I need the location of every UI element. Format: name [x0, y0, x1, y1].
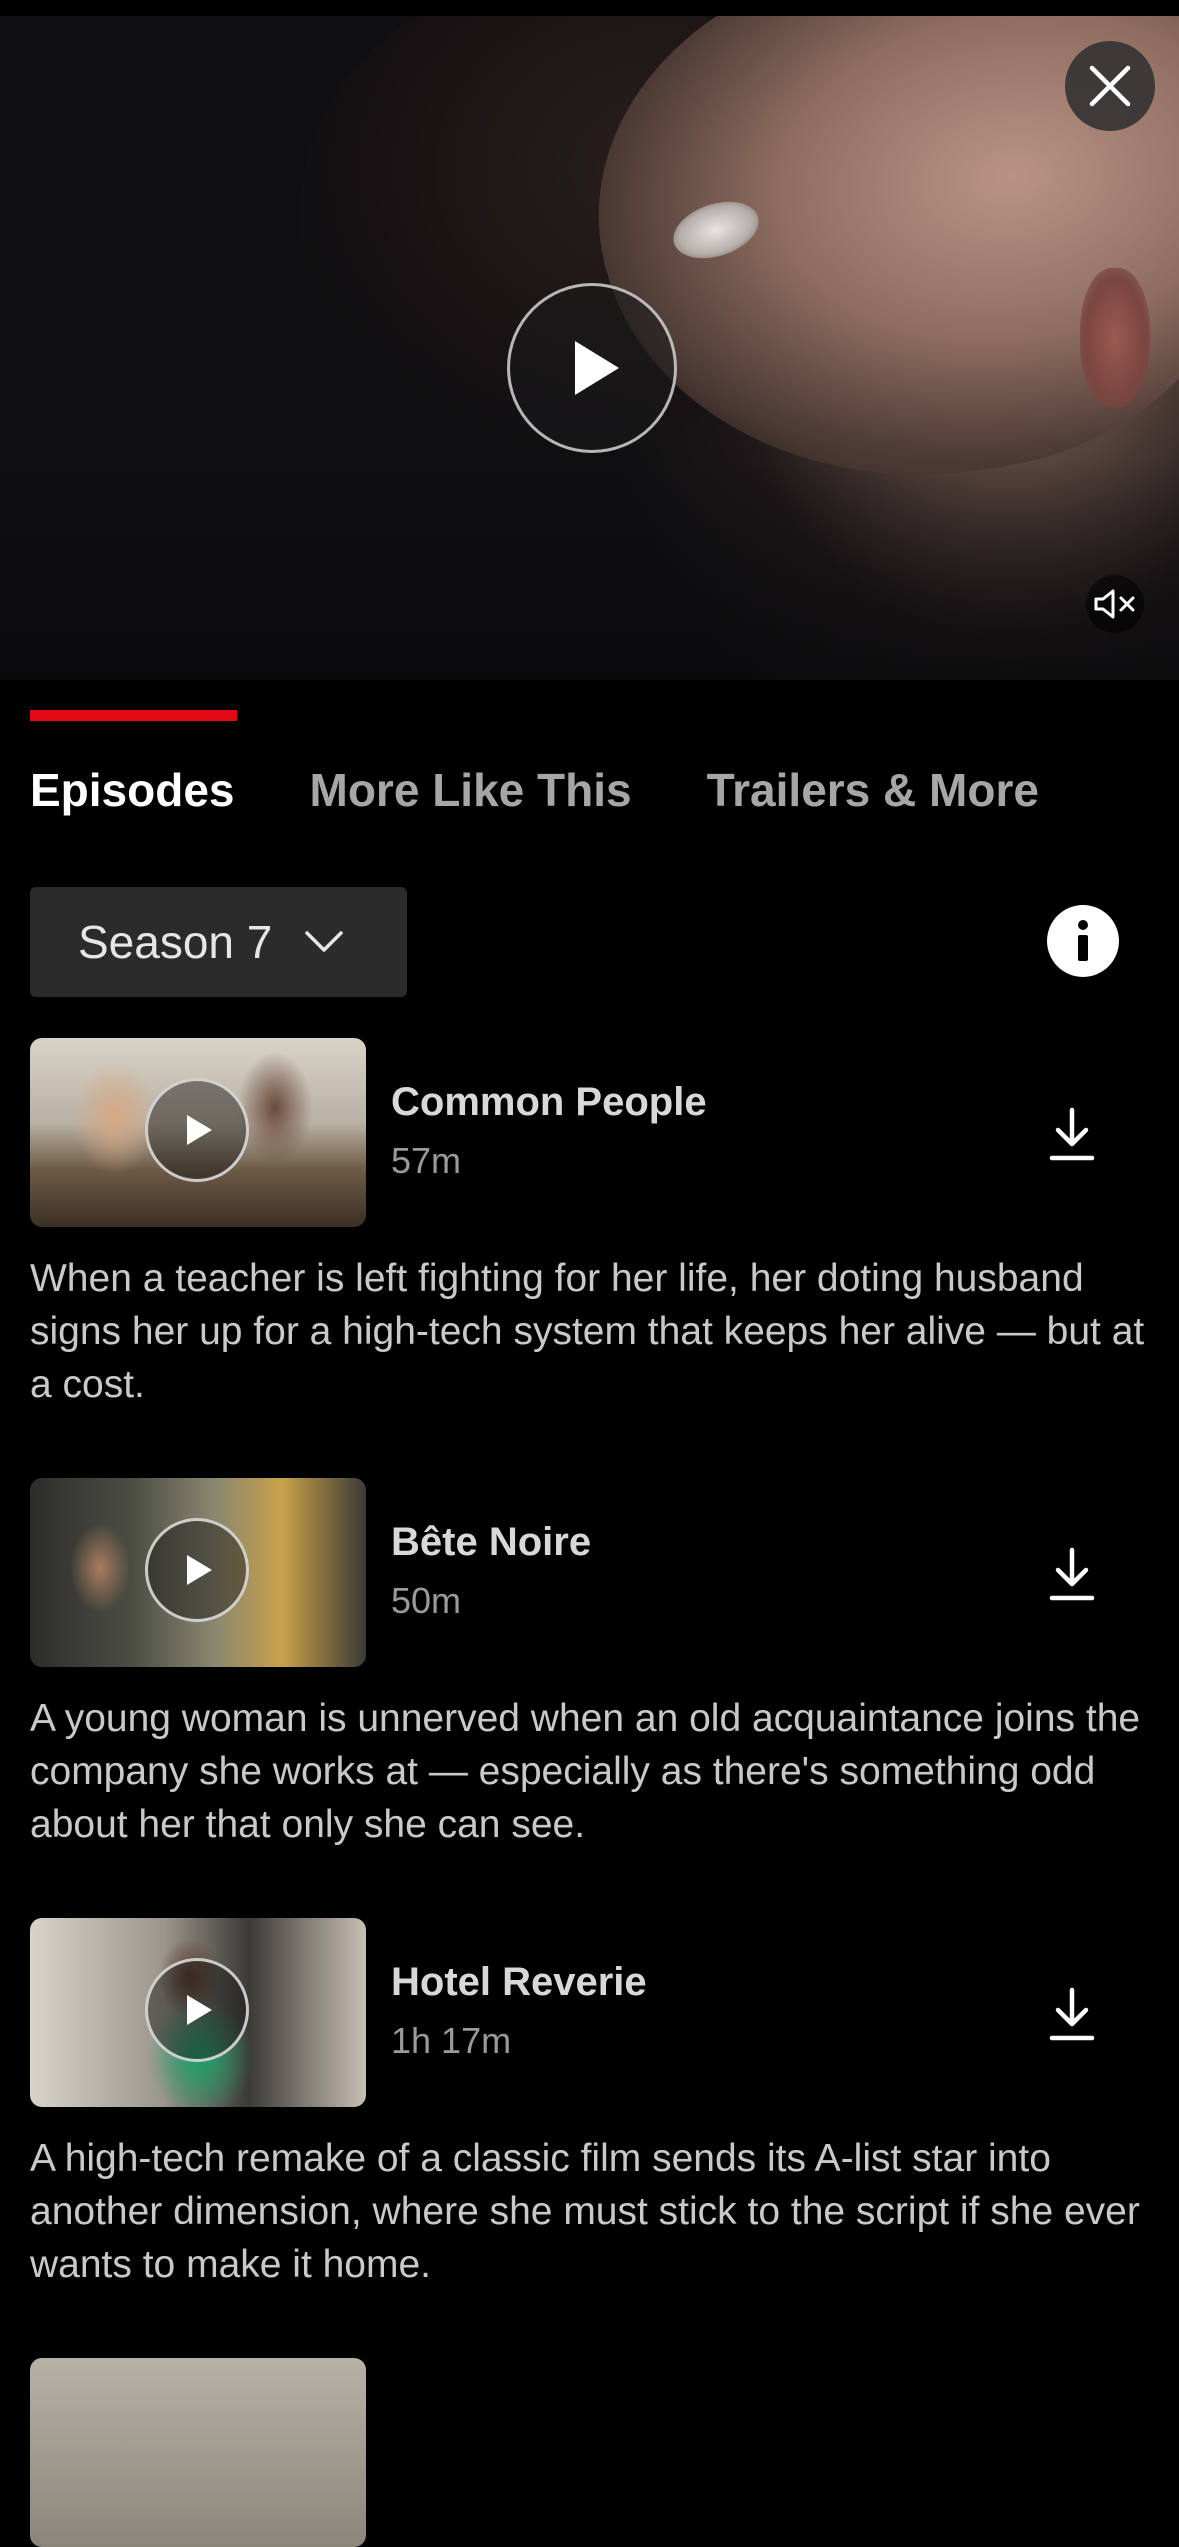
episode-title: Common People	[391, 1080, 707, 1124]
download-button[interactable]	[1040, 1540, 1104, 1610]
play-icon	[187, 1115, 212, 1145]
season-dropdown[interactable]: Season 7	[30, 887, 407, 997]
hero-video-preview[interactable]	[0, 16, 1179, 680]
hero-image-lips	[1080, 268, 1150, 408]
episode-thumbnail[interactable]	[30, 1918, 366, 2107]
hero-fade-overlay	[0, 460, 1179, 680]
mute-button[interactable]	[1086, 575, 1144, 633]
tab-more-like-this[interactable]: More Like This	[310, 763, 632, 817]
episode-play-button[interactable]	[145, 1078, 249, 1182]
download-icon	[1049, 1987, 1095, 2041]
episode-title: Hotel Reverie	[391, 1960, 647, 2004]
episode-description: A young woman is unnerved when an old ac…	[30, 1697, 1141, 1846]
episode-description: A high-tech remake of a classic film sen…	[30, 2137, 1140, 2286]
download-icon	[1049, 1547, 1095, 1601]
episode-play-button[interactable]	[145, 1958, 249, 2062]
episode-play-button[interactable]	[145, 1518, 249, 1622]
close-icon	[1089, 65, 1131, 107]
active-tab-indicator	[30, 710, 237, 721]
tab-episodes[interactable]: Episodes	[30, 763, 235, 817]
download-button[interactable]	[1040, 1980, 1104, 2050]
chevron-down-icon	[304, 930, 344, 954]
info-button[interactable]	[1047, 905, 1119, 977]
episode-title: Bête Noire	[391, 1520, 592, 1564]
play-icon	[187, 1555, 212, 1585]
episode-description: When a teacher is left fighting for her …	[30, 1257, 1145, 1406]
tab-trailers-and-more[interactable]: Trailers & More	[707, 763, 1039, 817]
hero-play-button[interactable]	[507, 283, 677, 453]
episode-duration: 1h 17m	[391, 2020, 512, 2061]
episode-thumbnail[interactable]	[30, 1038, 366, 1227]
play-icon	[187, 1995, 212, 2025]
info-icon	[1078, 920, 1088, 961]
episode-thumbnail[interactable]	[30, 2358, 366, 2547]
tab-bar: Episodes More Like This Trailers & More	[30, 760, 1114, 820]
episode-thumbnail[interactable]	[30, 1478, 366, 1667]
episode-duration: 50m	[391, 1580, 462, 1621]
season-label: Season 7	[78, 916, 273, 968]
download-button[interactable]	[1040, 1100, 1104, 1170]
close-button[interactable]	[1065, 41, 1155, 131]
play-icon	[575, 341, 619, 395]
episode-duration: 57m	[391, 1140, 462, 1181]
speaker-muted-icon	[1094, 589, 1135, 619]
download-icon	[1049, 1107, 1095, 1161]
